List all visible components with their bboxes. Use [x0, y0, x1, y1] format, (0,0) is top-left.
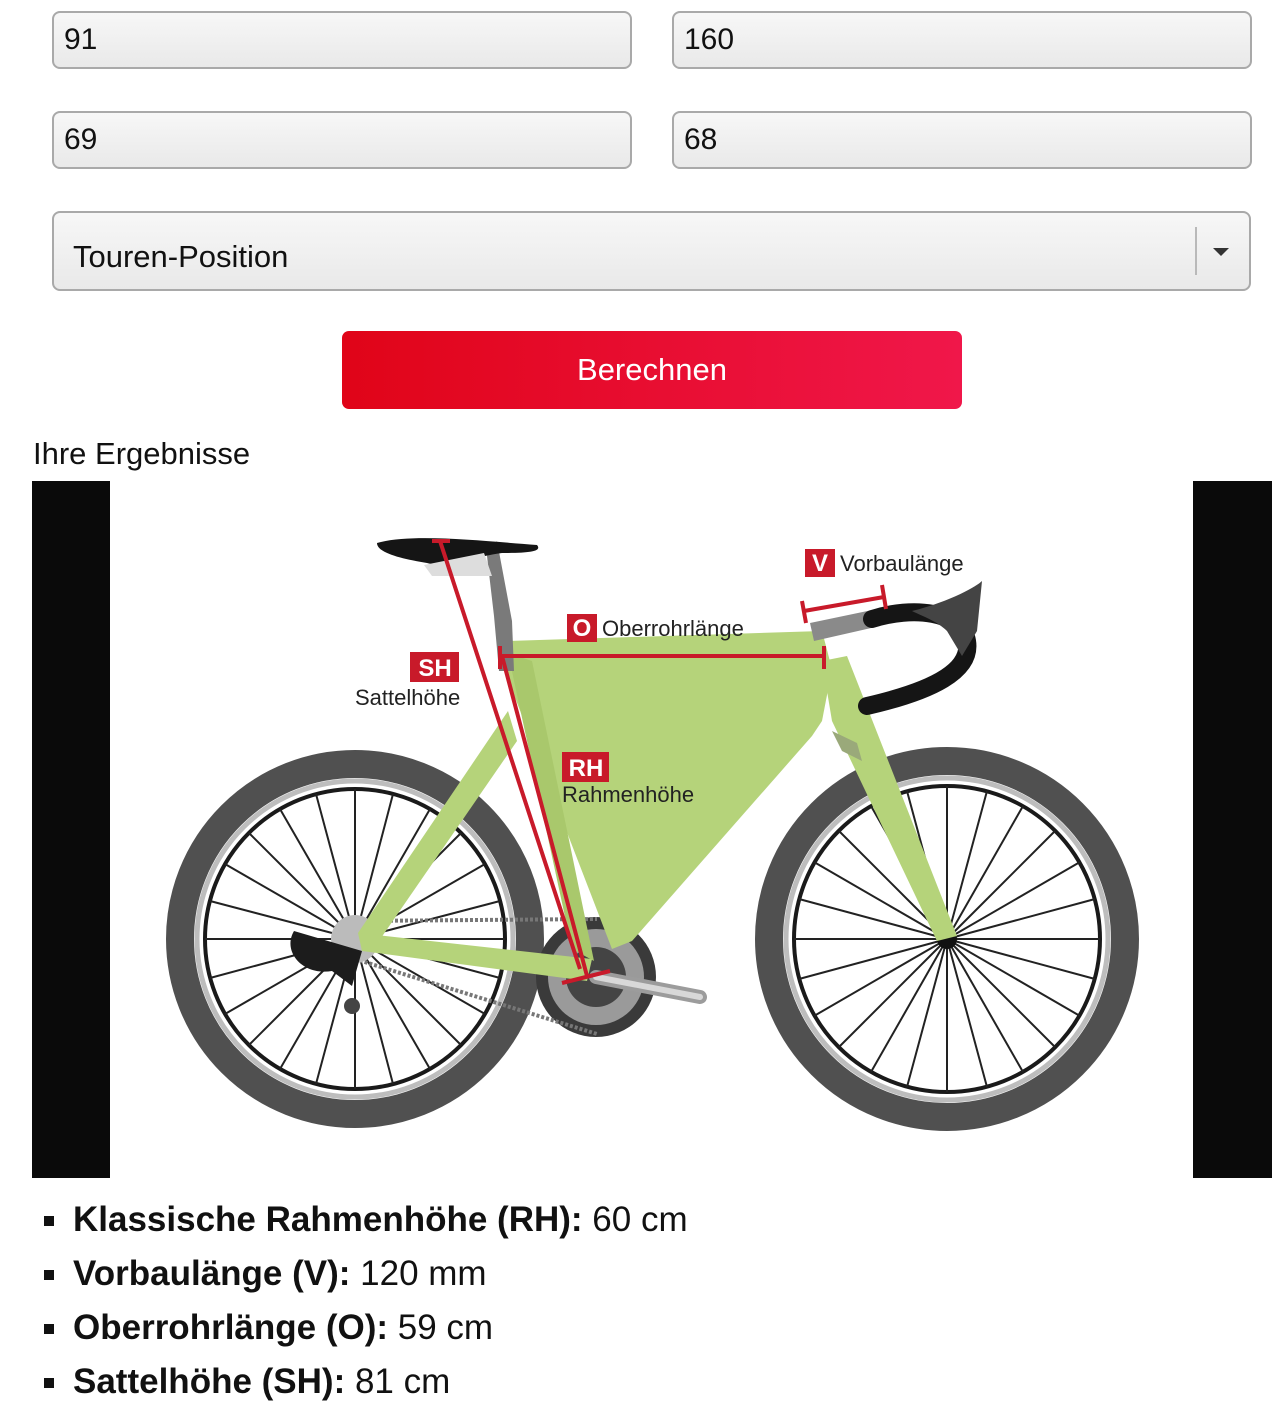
- result-value: 59 cm: [397, 1308, 494, 1347]
- results-heading: Ihre Ergebnisse: [33, 436, 251, 471]
- result-frame-height: Klassische Rahmenhöhe (RH): 60 cm: [44, 1195, 688, 1249]
- rh-label: Rahmenhöhe: [562, 782, 694, 807]
- v-badge-text: V: [812, 550, 828, 577]
- result-value: 60 cm: [592, 1200, 688, 1239]
- bike-geometry-diagram: V Vorbaulänge O Oberrohrlänge SH Sattelh…: [32, 481, 1272, 1178]
- sh-badge-text: SH: [418, 655, 451, 682]
- result-saddle-height: Sattelhöhe (SH): 81 cm: [44, 1357, 688, 1411]
- bullet-icon: [44, 1270, 54, 1280]
- select-divider: [1195, 227, 1197, 275]
- riding-position-select[interactable]: Touren-Position: [52, 211, 1251, 291]
- result-stem-length: Vorbaulänge (V): 120 mm: [44, 1249, 688, 1303]
- front-wheel-icon: [755, 747, 1139, 1131]
- result-label: Vorbaulänge (V):: [73, 1254, 351, 1293]
- o-label: Oberrohrlänge: [602, 616, 744, 641]
- rh-badge-text: RH: [569, 755, 604, 782]
- calculate-button[interactable]: Berechnen: [342, 331, 962, 409]
- bullet-icon: [44, 1216, 54, 1226]
- chevron-down-icon[interactable]: [1213, 248, 1229, 256]
- bullet-icon: [44, 1324, 54, 1334]
- bullet-icon: [44, 1378, 54, 1388]
- input-field-3[interactable]: [52, 111, 632, 169]
- input-field-2[interactable]: [672, 11, 1252, 69]
- input-field-1[interactable]: [52, 11, 632, 69]
- result-label: Sattelhöhe (SH):: [73, 1362, 346, 1401]
- o-badge-text: O: [573, 615, 592, 642]
- right-black-bar: [1193, 481, 1272, 1178]
- sh-label: Sattelhöhe: [355, 685, 460, 710]
- results-list: Klassische Rahmenhöhe (RH): 60 cm Vorbau…: [44, 1195, 688, 1411]
- result-label: Klassische Rahmenhöhe (RH):: [73, 1200, 583, 1239]
- result-value: 81 cm: [354, 1362, 451, 1401]
- input-field-4[interactable]: [672, 111, 1252, 169]
- result-label: Oberrohrlänge (O):: [73, 1308, 389, 1347]
- result-value: 120 mm: [360, 1254, 487, 1293]
- riding-position-value: Touren-Position: [73, 239, 289, 274]
- left-black-bar: [32, 481, 110, 1178]
- result-top-tube-length: Oberrohrlänge (O): 59 cm: [44, 1303, 688, 1357]
- v-label: Vorbaulänge: [840, 551, 964, 576]
